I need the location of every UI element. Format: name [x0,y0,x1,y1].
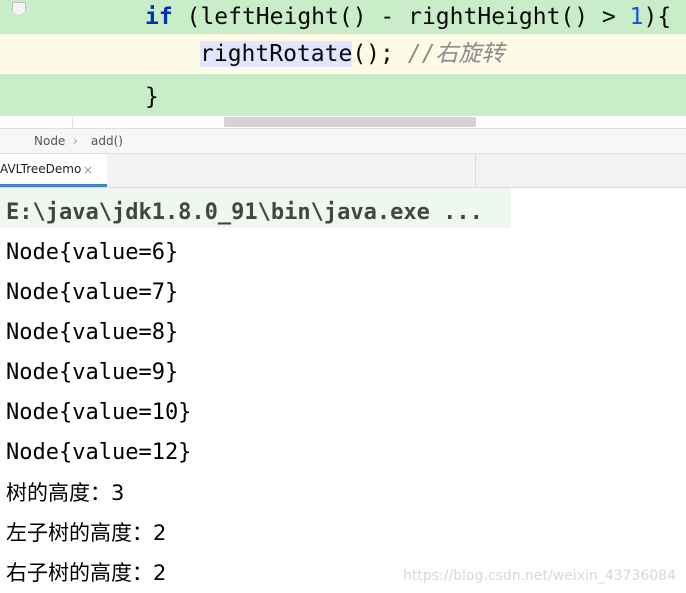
console-output[interactable]: E:\java\jdk1.8.0_91\bin\java.exe ... Nod… [0,188,686,593]
code-line-call[interactable]: rightRotate(); //右旋转 [0,34,686,74]
condition-text: (leftHeight() - rightHeight() > [172,4,630,30]
breadcrumb-separator-icon: › [73,134,78,148]
method-call[interactable]: rightRotate [200,41,353,67]
console-line: Node{value=12} [6,440,192,465]
horizontal-scrollbar[interactable] [224,117,476,127]
tab-avltreedemo[interactable]: AVLTreeDemo × [0,154,107,187]
java-command: E:\java\jdk1.8.0_91\bin\java.exe ... [6,200,483,225]
code-line-close[interactable]: } [0,74,686,116]
code-comment: //右旋转 [407,41,505,67]
call-suffix: (); [352,41,408,67]
code-line-if[interactable]: if (leftHeight() - rightHeight() > 1){ [0,0,686,34]
console-line: Node{value=9} [6,360,179,385]
close-icon[interactable]: × [83,163,93,177]
console-line-left-height: 左子树的高度：2 [6,521,167,545]
code-text: rightRotate(); //右旋转 [200,41,504,67]
keyword-if: if [145,4,173,30]
fold-open-icon[interactable] [12,2,26,16]
console-line: Node{value=7} [6,280,179,305]
closing-brace: } [145,84,159,110]
code-editor[interactable]: if (leftHeight() - rightHeight() > 1){ r… [0,0,686,128]
tab-label: AVLTreeDemo [0,162,82,176]
brace-open: ){ [643,4,672,30]
console-line-right-height: 右子树的高度：2 [6,561,167,585]
console-command-line: E:\java\jdk1.8.0_91\bin\java.exe ... [0,188,511,228]
console-line: Node{value=8} [6,320,179,345]
breadcrumb-item-add[interactable]: add() [91,134,123,148]
code-text: if (leftHeight() - rightHeight() > 1){ [145,4,671,30]
watermark: https://blog.csdn.net/weixin_43736084 [402,568,676,584]
number-literal: 1 [629,4,644,30]
breadcrumb: Node › add() [0,128,686,154]
toolbar-divider [475,154,476,187]
console-line: Node{value=10} [6,400,192,425]
console-line: Node{value=6} [6,240,179,265]
run-tab-bar: AVLTreeDemo × [0,154,686,188]
breadcrumb-item-node[interactable]: Node [34,134,65,148]
console-line-tree-height: 树的高度：3 [6,481,125,505]
